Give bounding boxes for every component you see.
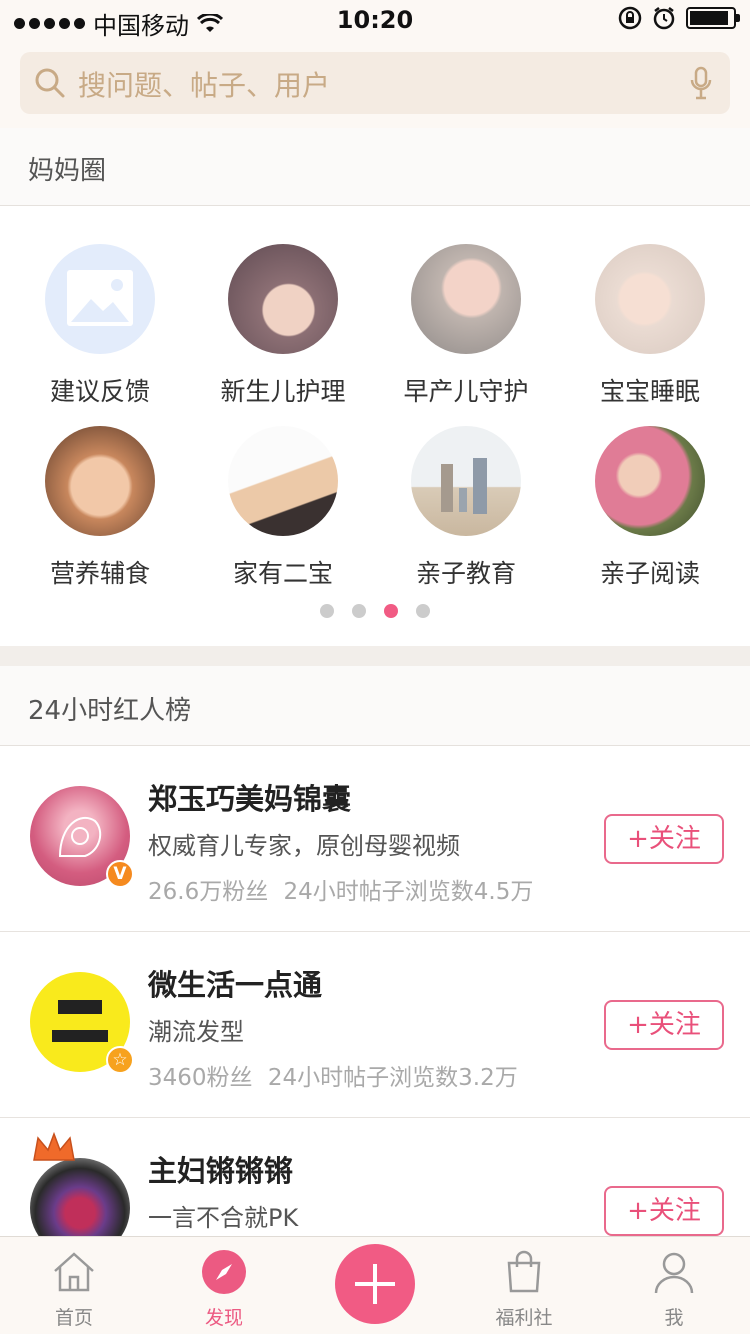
tab-label: 福利社	[495, 1307, 553, 1329]
ranking-section-header: 24小时红人榜	[0, 666, 750, 746]
follow-button[interactable]: +关注	[604, 1000, 724, 1050]
page-dot[interactable]	[320, 604, 334, 618]
search-area: 搜问题、帖子、用户	[0, 40, 750, 128]
status-bar: 中国移动 10:20	[0, 0, 750, 40]
circles-grid: 建议反馈 新生儿护理 早产儿守护 宝宝睡眠 营养辅食 家有二宝 亲子教育 亲子阅…	[0, 206, 750, 646]
verified-badge-icon: V	[106, 860, 134, 888]
circle-item-second-child[interactable]: 家有二宝	[193, 426, 373, 590]
user-icon	[654, 1252, 694, 1294]
circle-item-feedback[interactable]: 建议反馈	[10, 244, 190, 408]
ranking-row[interactable]: 主妇锵锵锵 一言不合就PK +关注	[0, 1118, 750, 1258]
follow-button[interactable]: +关注	[604, 814, 724, 864]
page-dot-active[interactable]	[384, 604, 398, 618]
fans-count: 3460粉丝	[148, 1065, 253, 1091]
circle-label: 早产儿守护	[403, 377, 529, 406]
page-indicator[interactable]	[0, 604, 750, 618]
compass-icon	[202, 1250, 246, 1294]
circle-label: 营养辅食	[49, 559, 150, 588]
user-name[interactable]: 郑玉巧美妈锦囊	[148, 776, 351, 818]
star-badge-icon: ☆	[106, 1046, 134, 1074]
circle-label: 亲子阅读	[599, 559, 700, 588]
circle-label: 宝宝睡眠	[599, 377, 700, 406]
search-input[interactable]: 搜问题、帖子、用户	[20, 52, 730, 114]
circle-label: 家有二宝	[232, 559, 333, 588]
circle-item-nutrition[interactable]: 营养辅食	[10, 426, 190, 590]
reading-photo	[595, 426, 705, 536]
alarm-icon	[653, 7, 675, 30]
newborn-photo	[228, 244, 338, 354]
family-walk-photo	[411, 426, 521, 536]
tab-label: 发现	[204, 1307, 243, 1329]
rotation-lock-icon	[618, 6, 642, 30]
circle-item-parenting-education[interactable]: 亲子教育	[376, 426, 556, 590]
crown-icon	[33, 1132, 75, 1161]
image-placeholder-icon	[45, 244, 155, 354]
user-description: 潮流发型	[148, 1018, 244, 1046]
user-stats: 26.6万粉丝 24小时帖子浏览数4.5万	[148, 872, 533, 906]
tab-home[interactable]: 首页	[14, 1237, 134, 1330]
tab-welfare[interactable]: 福利社	[464, 1237, 584, 1330]
tab-me[interactable]: 我	[614, 1237, 734, 1330]
second-child-photo	[228, 426, 338, 536]
home-icon	[54, 1252, 94, 1292]
circle-label: 亲子教育	[415, 559, 516, 588]
tab-label: 首页	[54, 1307, 93, 1329]
page-dot[interactable]	[416, 604, 430, 618]
search-placeholder: 搜问题、帖子、用户	[78, 69, 331, 102]
circles-section-header: 妈妈圈	[0, 128, 750, 206]
ranking-row[interactable]: ☆ 微生活一点通 潮流发型 3460粉丝 24小时帖子浏览数3.2万 +关注	[0, 932, 750, 1118]
user-name[interactable]: 主妇锵锵锵	[148, 1148, 293, 1190]
create-post-button[interactable]	[335, 1244, 415, 1324]
fans-count: 26.6万粉丝	[148, 879, 269, 905]
baby-sleep-photo	[595, 244, 705, 354]
circle-item-preemie-care[interactable]: 早产儿守护	[376, 244, 556, 408]
search-icon	[35, 68, 65, 98]
microphone-icon[interactable]	[690, 66, 712, 100]
circle-item-baby-sleep[interactable]: 宝宝睡眠	[560, 244, 740, 408]
section-title: 妈妈圈	[28, 156, 107, 186]
ranking-row[interactable]: V 郑玉巧美妈锦囊 权威育儿专家，原创母婴视频 26.6万粉丝 24小时帖子浏览…	[0, 746, 750, 932]
tab-discover[interactable]: 发现	[164, 1237, 284, 1330]
section-title: 24小时红人榜	[28, 696, 192, 726]
user-name[interactable]: 微生活一点通	[148, 962, 322, 1004]
circle-item-newborn-care[interactable]: 新生儿护理	[193, 244, 373, 408]
views-count: 24小时帖子浏览数4.5万	[283, 879, 534, 905]
user-description: 权威育儿专家，原创母婴视频	[148, 832, 460, 860]
nutrition-photo	[45, 426, 155, 536]
circle-label: 新生儿护理	[220, 377, 346, 406]
shopping-bag-icon	[507, 1250, 541, 1293]
tab-label: 我	[664, 1307, 684, 1329]
page-dot[interactable]	[352, 604, 366, 618]
circle-label: 建议反馈	[49, 377, 150, 406]
views-count: 24小时帖子浏览数3.2万	[267, 1065, 518, 1091]
follow-button[interactable]: +关注	[604, 1186, 724, 1236]
preemie-photo	[411, 244, 521, 354]
battery-icon	[686, 7, 740, 29]
circle-item-parent-child-reading[interactable]: 亲子阅读	[560, 426, 740, 590]
user-description: 一言不合就PK	[148, 1204, 299, 1232]
system-icons	[618, 6, 740, 30]
user-stats: 3460粉丝 24小时帖子浏览数3.2万	[148, 1058, 518, 1092]
